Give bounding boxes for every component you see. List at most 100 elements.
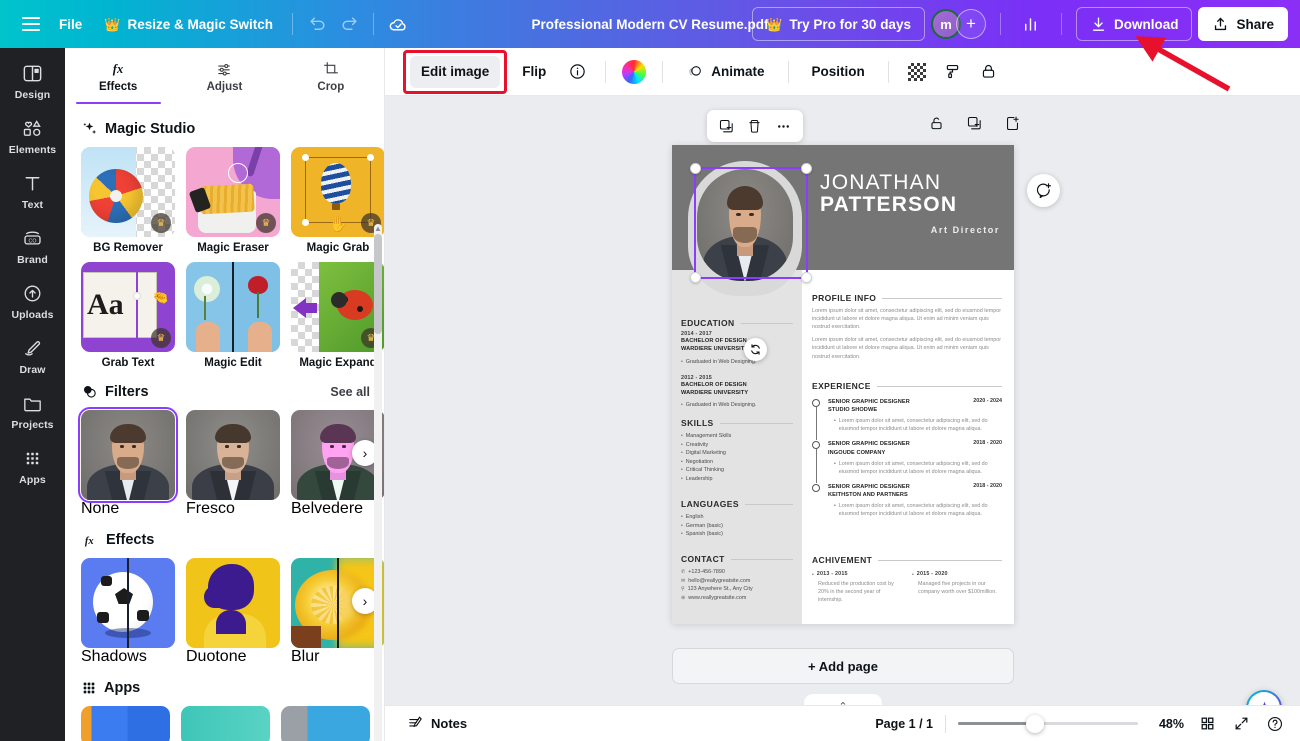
sidebar-item-elements[interactable]: Elements [2, 109, 63, 162]
add-comment-icon[interactable] [1027, 174, 1060, 207]
tab-label: Adjust [206, 80, 243, 93]
app-tile[interactable] [181, 706, 270, 741]
add-page-button[interactable]: + Add page [672, 648, 1014, 684]
bar-chart-icon[interactable] [1015, 8, 1047, 40]
portrait-preview [186, 410, 280, 500]
divider [999, 13, 1001, 35]
duplicate-icon[interactable] [715, 115, 737, 137]
app-tile[interactable] [81, 706, 170, 741]
info-circle-icon[interactable] [561, 56, 593, 88]
scrollbar-thumb[interactable] [374, 234, 382, 334]
crown-icon: 👑 [766, 16, 783, 32]
tab-adjust[interactable]: Adjust [171, 48, 277, 104]
trash-icon[interactable] [744, 115, 766, 137]
position-button[interactable]: Position [801, 56, 876, 88]
effect-option-duotone[interactable]: Duotone [186, 558, 280, 666]
achievement-entry: • 2015 - 2020 Managed five projects in ou… [912, 571, 1002, 604]
magic-tool-bg-remover[interactable]: ♛ BG Remover [81, 147, 175, 254]
element-context-toolbar [707, 110, 803, 142]
hamburger-icon[interactable] [14, 7, 48, 41]
magic-tool-magic-grab[interactable]: ✋ ♛ Magic Grab [291, 147, 384, 254]
rotate-handle-icon[interactable] [744, 338, 767, 361]
share-button[interactable]: Share [1198, 7, 1288, 41]
download-button[interactable]: Download [1075, 7, 1193, 41]
education-school: WARDIERE UNIVERSITY [681, 389, 749, 396]
resume-skills-section: SKILLS • Management Skills • Creativity • D… [681, 418, 793, 483]
timeline-dot [812, 483, 820, 492]
color-wheel-icon[interactable] [618, 56, 650, 88]
grid-view-icon[interactable] [1196, 713, 1218, 735]
add-collaborator-button[interactable]: + [955, 9, 986, 39]
upload-cloud-icon [24, 285, 41, 302]
scroll-up-arrow-icon[interactable]: ▲ [374, 224, 382, 234]
magic-tool-grab-text[interactable]: Aa 🤏 ♛ Grab Text [81, 262, 175, 369]
file-menu-button[interactable]: File [48, 8, 93, 40]
experience-desc: Lorem ipsum dolor sit amet, consectetur … [838, 460, 988, 475]
animate-button[interactable]: Animate [675, 56, 775, 88]
experience-desc: Lorem ipsum dolor sit amet, consectetur … [838, 418, 988, 433]
resize-handle-top-left[interactable] [690, 163, 701, 174]
transparency-checker-icon[interactable] [901, 56, 933, 88]
zoom-slider[interactable] [958, 714, 1138, 733]
unlock-icon[interactable] [925, 112, 947, 134]
filter-option-fresco[interactable]: Fresco [186, 410, 280, 518]
resize-handle-bottom-left[interactable] [690, 272, 701, 283]
magic-tool-magic-expand[interactable]: ♛ Magic Expand [291, 262, 384, 369]
filter-option-none[interactable]: None [78, 407, 178, 518]
filters-row: None Fresco Belvedere › [78, 407, 384, 518]
fullscreen-icon[interactable] [1230, 713, 1252, 735]
tile-label: Fresco [186, 500, 235, 517]
contact-phone: +123-456-7890 [688, 569, 725, 575]
magic-tool-magic-eraser[interactable]: ♛ Magic Eraser [186, 147, 280, 254]
document-title[interactable]: Professional Modern CV Resume.pdf [521, 12, 778, 37]
thumbnail: ♛ [291, 262, 384, 352]
sidebar-item-text[interactable]: Text [2, 164, 63, 217]
resume-page[interactable]: JONATHAN PATTERSON Art Director EDUCATIO… [672, 145, 1014, 624]
page-counter: Page 1 / 1 [875, 716, 933, 731]
skill-item: Negotiation [685, 458, 714, 465]
resume-profile-info-section: PROFILE INFO Lorem ipsum dolor sit amet,… [812, 293, 1002, 361]
design-layout-icon [23, 65, 42, 82]
magic-tool-magic-edit[interactable]: Magic Edit [186, 262, 280, 369]
experience-entry: 2018 - 2020 SENIOR GRAPHIC DESIGNER KEIT… [812, 483, 1002, 518]
selection-bounding-box[interactable] [690, 163, 812, 283]
sidebar-item-brand[interactable]: CO Brand [2, 219, 63, 272]
panel-content: Magic Studio ♛ BG Remover ♛ Magic Eraser… [65, 104, 384, 741]
pen-draw-icon [25, 341, 41, 356]
share-upload-icon [1215, 17, 1227, 30]
flip-button[interactable]: Flip [511, 56, 557, 88]
try-pro-button[interactable]: 👑 Try Pro for 30 days [752, 7, 925, 41]
sidebar-item-uploads[interactable]: Uploads [2, 274, 63, 327]
edit-image-button[interactable]: Edit image [410, 55, 501, 88]
duplicate-page-icon[interactable] [963, 112, 985, 134]
skill-item: Digital Marketing [685, 450, 726, 456]
cloud-check-icon[interactable] [382, 8, 414, 40]
more-dots-icon[interactable] [773, 115, 795, 137]
filters-see-all-link[interactable]: See all [330, 385, 370, 399]
resize-magic-switch-button[interactable]: 👑 Resize & Magic Switch [93, 8, 284, 40]
experience-dates: 2020 - 2024 [973, 398, 1002, 404]
sidebar-item-apps[interactable]: Apps [2, 439, 63, 492]
app-tile[interactable] [281, 706, 370, 741]
redo-icon[interactable] [333, 8, 365, 40]
notes-button[interactable]: Notes [399, 710, 475, 738]
resize-handle-bottom-right[interactable] [801, 272, 812, 283]
divider [373, 13, 374, 35]
animate-label: Animate [711, 64, 765, 79]
sidebar-item-draw[interactable]: Draw [2, 329, 63, 382]
sidebar-item-design[interactable]: Design [2, 54, 63, 107]
add-page-icon[interactable] [1001, 112, 1023, 134]
tab-crop[interactable]: Crop [278, 48, 384, 104]
sidebar-item-projects[interactable]: Projects [2, 384, 63, 437]
undo-icon[interactable] [301, 8, 333, 40]
sidebar-item-label: Draw [19, 364, 46, 376]
lock-icon[interactable] [973, 56, 1005, 88]
tab-effects[interactable]: fx Effects [65, 48, 171, 104]
help-circle-icon[interactable] [1264, 713, 1286, 735]
tile-label: Magic Eraser [197, 242, 269, 254]
resize-handle-top-right[interactable] [801, 163, 812, 174]
slider-knob[interactable] [1026, 714, 1044, 733]
panel-scrollbar[interactable]: ▲ ▼ [374, 224, 382, 741]
effect-option-shadows[interactable]: Shadows [81, 558, 175, 666]
paint-roller-icon[interactable] [937, 56, 969, 88]
